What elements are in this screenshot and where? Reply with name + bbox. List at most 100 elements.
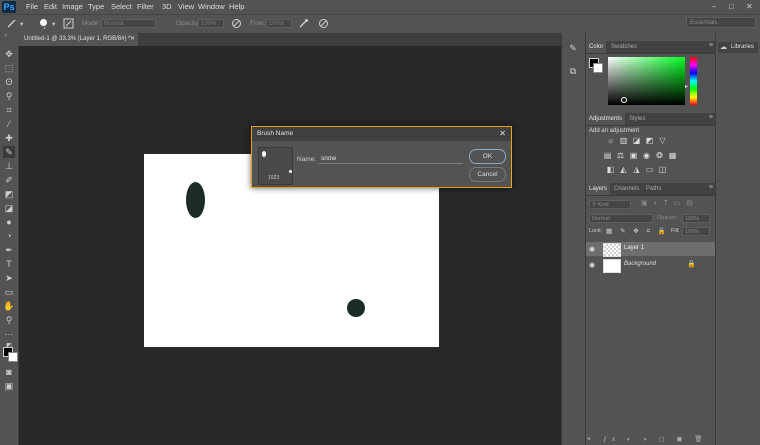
background-color-swatch[interactable] [8,352,18,362]
move-tool-icon[interactable]: ✥ [3,48,15,60]
photo-filter-icon[interactable]: ◉ [642,152,651,160]
pressure-opacity-icon[interactable] [231,18,242,29]
threshold-icon[interactable]: ◮ [632,166,641,174]
dodge-tool-icon[interactable]: ◔ [3,230,15,242]
selective-color-icon[interactable]: ◫ [658,166,667,174]
lasso-tool-icon[interactable]: ʘ [3,76,15,88]
menu-3d[interactable]: 3D [162,2,172,11]
layer-opacity-field[interactable]: 100% [682,214,710,223]
brightness-icon[interactable]: ☼ [606,137,615,145]
visibility-eye-icon[interactable]: ◉ [589,261,595,269]
type-tool-icon[interactable]: T [3,258,15,270]
quick-mask-icon[interactable]: ◙ [3,366,15,378]
screen-mode-icon[interactable]: ▣ [3,380,15,392]
libraries-button[interactable]: ☁ Libraries [718,42,758,53]
eyedropper-tool-icon[interactable]: ⁄ [3,118,15,130]
brush-name-input[interactable]: snow [318,153,463,164]
mode-select[interactable]: Normal [101,19,156,28]
clone-source-icon[interactable]: ⧉ [567,66,579,78]
tab-layers[interactable]: Layers [586,183,611,195]
pressure-size-icon[interactable] [318,18,329,29]
menu-window[interactable]: Window [198,2,225,11]
close-window-button[interactable]: ✕ [746,2,753,11]
stamp-tool-icon[interactable]: ⊥ [3,160,15,172]
blend-mode-select[interactable]: Normal [589,214,653,223]
layers-bottom-icons[interactable]: ⚭ ƒx ◐ ◑ ▢ ▣ 🗑 [586,435,708,443]
vibrance-icon[interactable]: ▽ [658,137,667,145]
color-picker-cursor[interactable] [621,97,627,103]
color-bg-swatch[interactable] [593,63,603,73]
quick-select-tool-icon[interactable]: ⚲ [3,90,15,102]
menu-filter[interactable]: Filter [137,2,154,11]
document-close-icon[interactable]: ✕ [130,33,135,46]
invert-icon[interactable]: ◧ [606,166,615,174]
tab-color[interactable]: Color [586,41,607,53]
opacity-field[interactable]: 100% [198,19,224,28]
history-brush-tool-icon[interactable]: ✐ [3,174,15,186]
blur-tool-icon[interactable]: ● [3,216,15,228]
gradient-tool-icon[interactable]: ◪ [3,202,15,214]
panel-menu-icon[interactable]: ≡ [709,114,713,121]
black-white-icon[interactable]: ▣ [629,152,638,160]
curves-icon[interactable]: ◪ [632,137,641,145]
menu-select[interactable]: Select [111,2,132,11]
marquee-tool-icon[interactable]: ⬚ [3,62,15,74]
fill-field[interactable]: 100% [682,227,710,236]
layer-filter-icons[interactable]: ▣ ◐ T ▭ ▤ [641,199,695,207]
panel-menu-icon[interactable]: ≡ [709,184,713,191]
hue-slider[interactable] [690,57,697,105]
flow-field[interactable]: 100% [266,19,292,28]
color-balance-icon[interactable]: ⚖ [616,152,625,160]
menu-file[interactable]: File [26,2,38,11]
ok-button[interactable]: OK [469,149,506,164]
tab-swatches[interactable]: Swatches [608,41,640,53]
cancel-button[interactable]: Cancel [469,167,506,182]
tab-adjustments[interactable]: Adjustments [586,113,626,125]
lock-options-icons[interactable]: ▦ ✎ ✥ ⌗ 🔒 [606,227,669,236]
zoom-tool-icon[interactable]: ⚲ [3,314,15,326]
shape-tool-icon[interactable]: ▭ [3,286,15,298]
brush-size-dropdown-icon[interactable]: ▾ [52,20,55,28]
minimize-button[interactable]: – [712,2,716,11]
posterize-icon[interactable]: ◭ [619,166,628,174]
layer-name[interactable]: Background [624,261,656,267]
tab-channels[interactable]: Channels [611,183,642,195]
channel-mixer-icon[interactable]: ❂ [655,152,664,160]
collapse-arrows-icon[interactable]: » [4,33,7,39]
color-field[interactable] [608,57,685,105]
menu-type[interactable]: Type [88,2,104,11]
crop-tool-icon[interactable]: ⌗ [3,104,15,116]
dialog-close-icon[interactable]: ✕ [499,127,506,141]
hand-tool-icon[interactable]: ✋ [3,300,15,312]
tab-paths[interactable]: Paths [643,183,664,195]
layer-row-background[interactable]: ◉ Background 🔒 [586,258,716,273]
workspace-switcher[interactable]: Essentials [686,17,756,28]
path-select-tool-icon[interactable]: ➤ [3,272,15,284]
more-tools-icon[interactable]: ··· [3,328,15,340]
visibility-eye-icon[interactable]: ◉ [589,245,595,253]
brush-panel-toggle-icon[interactable] [63,18,74,29]
dropdown-arrow-icon[interactable]: ▾ [20,20,23,28]
gradient-map-icon[interactable]: ▭ [645,166,654,174]
menu-edit[interactable]: Edit [44,2,57,11]
layer-filter-select[interactable]: ⚲ Kind [589,200,631,209]
eraser-tool-icon[interactable]: ◩ [3,188,15,200]
airbrush-icon[interactable] [298,18,309,29]
exposure-icon[interactable]: ◩ [645,137,654,145]
menu-view[interactable]: View [178,2,194,11]
layer-name[interactable]: Layer 1 [624,245,644,251]
levels-icon[interactable]: ▥ [619,137,628,145]
menu-help[interactable]: Help [229,2,244,11]
tab-styles[interactable]: Styles [626,113,648,125]
healing-tool-icon[interactable]: ✚ [3,132,15,144]
hue-slider-handle[interactable]: ▸ [685,83,688,90]
maximize-button[interactable]: □ [729,2,734,11]
pen-tool-icon[interactable]: ✒ [3,244,15,256]
brush-panel-icon[interactable]: ✎ [567,43,579,55]
document-tab[interactable]: Untitled-1 @ 33.3% (Layer 1, RGB/8#) * ✕ [18,33,138,46]
menu-image[interactable]: Image [62,2,83,11]
brush-preset-icon[interactable] [6,18,17,29]
hue-sat-icon[interactable]: ▤ [603,152,612,160]
panel-menu-icon[interactable]: ≡ [709,42,713,49]
color-lookup-icon[interactable]: ▦ [668,152,677,160]
